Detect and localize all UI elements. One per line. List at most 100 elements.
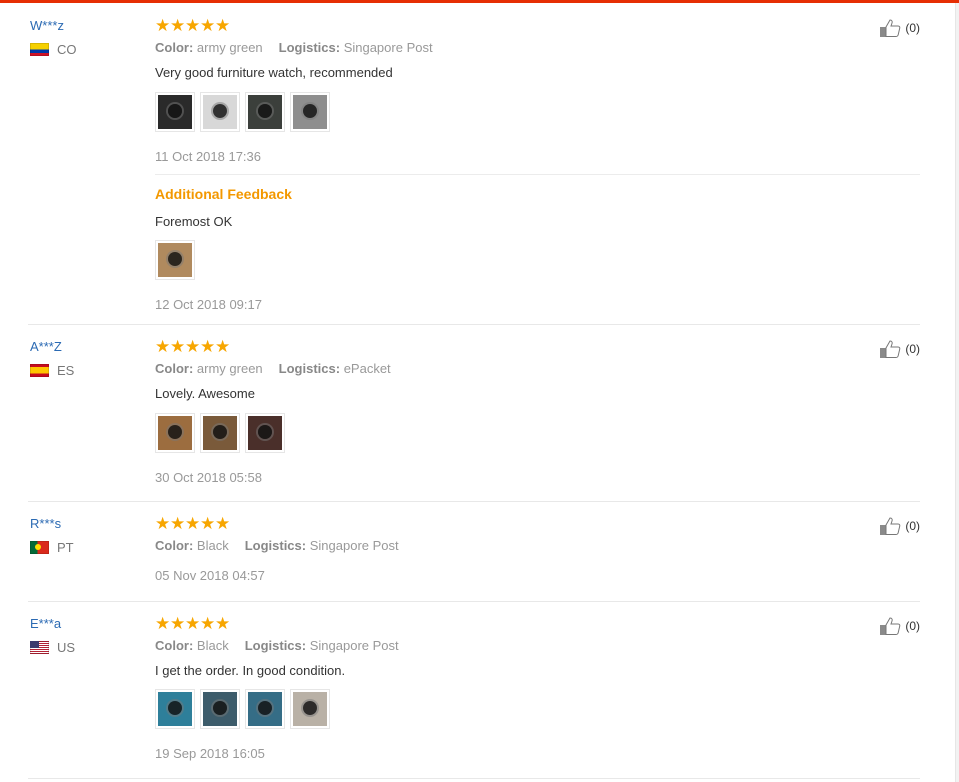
review-meta: Color: army green Logistics: Singapore Po…	[155, 40, 433, 55]
additional-feedback-date: 12 Oct 2018 09:17	[155, 297, 262, 312]
star-icon: ★	[185, 337, 201, 356]
flag-co-icon	[30, 43, 49, 56]
star-icon: ★	[185, 514, 201, 533]
like-button[interactable]: (0)	[879, 516, 920, 536]
flag-pt-icon	[30, 541, 49, 554]
review-date: 19 Sep 2018 16:05	[155, 746, 265, 761]
additional-feedback-title: Additional Feedback	[155, 186, 292, 202]
review-divider	[28, 324, 920, 325]
reviewer-country: US	[30, 640, 75, 655]
review-item: A***Z ES ★ ★ ★ ★ ★ Color: army green Logistic…	[28, 337, 920, 489]
review-image-thumbnail[interactable]	[155, 689, 195, 729]
review-image-thumbnail[interactable]	[155, 413, 195, 453]
review-meta: Color: Black Logistics: Singapore Post	[155, 538, 399, 553]
country-code: CO	[57, 42, 77, 57]
review-text: Very good furniture watch, recommended	[155, 65, 393, 80]
review-image-thumbnail[interactable]	[290, 92, 330, 132]
star-icon: ★	[170, 614, 186, 633]
flag-us-icon	[30, 641, 49, 654]
star-icon: ★	[170, 16, 186, 35]
star-icon: ★	[215, 337, 231, 356]
like-button[interactable]: (0)	[879, 339, 920, 359]
star-rating: ★ ★ ★ ★ ★	[155, 614, 231, 633]
star-icon: ★	[185, 614, 201, 633]
star-rating: ★ ★ ★ ★ ★	[155, 514, 231, 533]
like-count: (0)	[905, 519, 920, 533]
review-image-thumbnail[interactable]	[245, 413, 285, 453]
review-text: I get the order. In good condition.	[155, 663, 346, 678]
logistics-value: ePacket	[343, 361, 391, 376]
reviewer-name[interactable]: W***z	[30, 18, 64, 33]
review-image-thumbnail[interactable]	[200, 689, 240, 729]
thumbs-up-icon	[880, 19, 901, 37]
reviewer-country: ES	[30, 363, 74, 378]
star-icon: ★	[155, 514, 171, 533]
star-icon: ★	[215, 614, 231, 633]
review-item: R***s PT ★ ★ ★ ★ ★ Color: Black Logistics: Si…	[28, 514, 920, 591]
star-icon: ★	[185, 16, 201, 35]
star-icon: ★	[155, 614, 171, 633]
additional-feedback-images	[155, 240, 200, 280]
star-icon: ★	[200, 16, 216, 35]
like-button[interactable]: (0)	[879, 616, 920, 636]
thumbs-up-icon	[880, 340, 901, 358]
like-button[interactable]: (0)	[879, 18, 920, 38]
reviewer-country: PT	[30, 540, 74, 555]
logistics-value: Singapore Post	[309, 638, 399, 653]
flag-es-icon	[30, 364, 49, 377]
review-date: 11 Oct 2018 17:36	[155, 149, 262, 164]
review-divider	[28, 601, 920, 602]
like-count: (0)	[905, 21, 920, 35]
star-icon: ★	[170, 514, 186, 533]
scrollbar[interactable]	[955, 3, 959, 782]
country-code: US	[57, 640, 76, 655]
review-item: E***a US ★ ★ ★ ★ ★ Color: Black Logistics: Si…	[28, 614, 920, 776]
review-item: W***z CO ★ ★ ★ ★ ★ Color: army green Logistic…	[28, 16, 920, 318]
review-divider	[28, 778, 920, 779]
review-image-thumbnail[interactable]	[245, 92, 285, 132]
country-code: PT	[57, 540, 74, 555]
star-rating: ★ ★ ★ ★ ★	[155, 337, 231, 356]
color-value: army green	[196, 40, 263, 55]
reviewer-name[interactable]: R***s	[30, 516, 61, 531]
review-date: 05 Nov 2018 04:57	[155, 568, 265, 583]
top-accent-bar	[0, 0, 959, 3]
thumbs-up-icon	[880, 517, 901, 535]
star-icon: ★	[215, 16, 231, 35]
review-meta: Color: Black Logistics: Singapore Post	[155, 638, 399, 653]
reviewer-name[interactable]: E***a	[30, 616, 61, 631]
review-image-thumbnail[interactable]	[245, 689, 285, 729]
star-icon: ★	[200, 337, 216, 356]
review-meta: Color: army green Logistics: ePacket	[155, 361, 391, 376]
reviewer-country: CO	[30, 42, 77, 57]
review-images	[155, 689, 335, 729]
reviewer-name[interactable]: A***Z	[30, 339, 62, 354]
star-icon: ★	[170, 337, 186, 356]
review-image-thumbnail[interactable]	[200, 413, 240, 453]
star-rating: ★ ★ ★ ★ ★	[155, 16, 231, 35]
review-image-thumbnail[interactable]	[200, 92, 240, 132]
like-count: (0)	[905, 619, 920, 633]
additional-divider	[155, 174, 920, 175]
review-image-thumbnail[interactable]	[155, 92, 195, 132]
star-icon: ★	[155, 16, 171, 35]
review-images	[155, 413, 290, 453]
logistics-value: Singapore Post	[309, 538, 399, 553]
country-code: ES	[57, 363, 75, 378]
review-date: 30 Oct 2018 05:58	[155, 470, 262, 485]
star-icon: ★	[155, 337, 171, 356]
review-divider	[28, 501, 920, 502]
color-value: army green	[196, 361, 263, 376]
thumbs-up-icon	[880, 617, 901, 635]
review-text: Lovely. Awesome	[155, 386, 255, 401]
review-image-thumbnail[interactable]	[155, 240, 195, 280]
color-value: Black	[196, 538, 229, 553]
star-icon: ★	[200, 614, 216, 633]
review-images	[155, 92, 335, 132]
review-image-thumbnail[interactable]	[290, 689, 330, 729]
like-count: (0)	[905, 342, 920, 356]
star-icon: ★	[215, 514, 231, 533]
logistics-value: Singapore Post	[343, 40, 433, 55]
star-icon: ★	[200, 514, 216, 533]
color-value: Black	[196, 638, 229, 653]
